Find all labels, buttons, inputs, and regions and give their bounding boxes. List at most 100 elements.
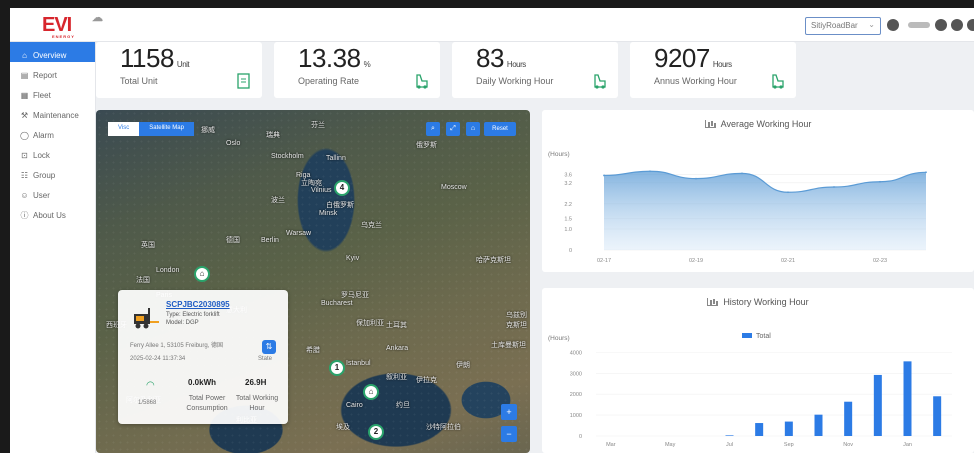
logo[interactable]: EVI ☁ ENERGY bbox=[42, 12, 103, 39]
x-tick-label: Jan bbox=[903, 442, 912, 448]
hours-value: 26.9H bbox=[245, 378, 267, 387]
search-icon[interactable]: ⌕ bbox=[426, 122, 440, 136]
fleet-icon: ▦ bbox=[20, 90, 29, 100]
y-tick-label: 0 bbox=[569, 248, 572, 254]
group-icon: ☷ bbox=[20, 170, 29, 180]
bar bbox=[903, 361, 912, 436]
kpi-card-daily-working-hour: 83 Hours Daily Working Hour bbox=[452, 42, 618, 98]
map-place-label: Vilnius bbox=[311, 187, 332, 194]
kpi-label: Operating Rate bbox=[298, 76, 360, 86]
map-place-label: 保加利亚 bbox=[356, 320, 384, 327]
y-tick-label: 4000 bbox=[570, 350, 582, 356]
y-tick-label: 0 bbox=[579, 434, 582, 440]
kpi-label: Total Unit bbox=[120, 76, 158, 86]
map-place-label: 埃及 bbox=[336, 424, 350, 431]
user-icon[interactable] bbox=[967, 19, 974, 31]
map-type-toggle[interactable]: Visc Satellite Map bbox=[108, 122, 194, 136]
printer-icon[interactable] bbox=[887, 19, 899, 31]
user-name-pill[interactable] bbox=[908, 22, 930, 28]
help-icon[interactable] bbox=[935, 19, 947, 31]
map-place-label: 哈萨克斯坦 bbox=[476, 257, 511, 264]
y-tick-label: 3.6 bbox=[564, 172, 572, 178]
map-cluster-marker[interactable]: 1 bbox=[329, 360, 345, 376]
scope-select-value: SitiyRoadBar bbox=[811, 21, 858, 30]
legend-label: Total bbox=[756, 333, 771, 340]
map-place-label: Tallinn bbox=[326, 155, 346, 162]
map-place-label: Berlin bbox=[261, 237, 279, 244]
y-tick-label: 2000 bbox=[570, 392, 582, 398]
sidebar-item-label: Group bbox=[33, 170, 56, 180]
hours-label: Total Working Hour bbox=[235, 395, 279, 412]
sidebar-item-label: Lock bbox=[33, 150, 50, 160]
map-place-label: Ankara bbox=[386, 345, 409, 352]
map-type-vector[interactable]: Visc bbox=[108, 122, 140, 136]
power-value: 0.0kWh bbox=[188, 378, 217, 387]
scope-select[interactable]: SitiyRoadBar ⌄ bbox=[805, 17, 881, 35]
sidebar-item-group[interactable]: ☷ Group bbox=[10, 162, 95, 182]
alarm-icon: ◯ bbox=[20, 130, 29, 140]
sidebar-item-report[interactable]: ▤ Report bbox=[10, 62, 95, 82]
truck-info-popup: SCPJBC2030895 Type: Electric forklift Mo… bbox=[118, 290, 288, 424]
kpi-label: Daily Working Hour bbox=[476, 76, 554, 86]
info-icon: ⓘ bbox=[20, 210, 29, 220]
y-tick-label: 1000 bbox=[570, 413, 582, 419]
map-place-label: 叙利亚 bbox=[386, 374, 407, 381]
sidebar-item-user[interactable]: ☺ User bbox=[10, 182, 95, 202]
x-tick-label: Nov bbox=[843, 442, 853, 448]
sidebar-item-maintenance[interactable]: ⚒ Maintenance bbox=[10, 102, 95, 122]
map-reset-button[interactable]: Reset bbox=[484, 122, 516, 136]
sidebar-item-label: User bbox=[33, 190, 50, 200]
data-point bbox=[833, 186, 835, 188]
kpi-unit: Hours bbox=[712, 60, 732, 69]
map-place-label: 罗马尼亚 bbox=[341, 292, 369, 299]
data-point bbox=[925, 171, 927, 174]
logo-subtitle: ENERGY bbox=[52, 34, 75, 39]
kpi-value: 9207 bbox=[654, 43, 710, 73]
kpi-value: 13.38 bbox=[298, 43, 361, 73]
truck-state-label: State bbox=[258, 356, 273, 362]
wrench-icon: ⚒ bbox=[20, 110, 29, 120]
sidebar-item-alarm[interactable]: ◯ Alarm bbox=[10, 122, 95, 142]
sidebar-item-overview[interactable]: ⌂ Overview bbox=[10, 42, 95, 62]
data-point bbox=[879, 180, 881, 183]
map-place-label: Oslo bbox=[226, 140, 241, 147]
home-icon[interactable]: ⌂ bbox=[466, 122, 480, 136]
kpi-unit: Hours bbox=[506, 60, 526, 69]
x-tick-label: Mar bbox=[606, 442, 616, 448]
sidebar-item-label: Maintenance bbox=[33, 110, 79, 120]
bar bbox=[814, 414, 823, 436]
truck-id-link[interactable]: SCPJBC2030895 bbox=[166, 300, 230, 309]
fullscreen-icon[interactable]: ⤢ bbox=[446, 122, 460, 136]
sidebar-item-fleet[interactable]: ▦ Fleet bbox=[10, 82, 95, 102]
truck-type: Type: Electric forklift bbox=[166, 312, 220, 318]
map-place-label: 波兰 bbox=[271, 197, 285, 204]
bar bbox=[784, 421, 793, 436]
sidebar-item-about-us[interactable]: ⓘ About Us bbox=[10, 202, 95, 222]
sidebar-item-lock[interactable]: ⊡ Lock bbox=[10, 142, 95, 162]
kpi-value-line: 1158 Unit bbox=[120, 43, 190, 74]
map-place-label: Kyiv bbox=[346, 255, 360, 262]
zoom-in-button[interactable]: + bbox=[501, 404, 517, 420]
settings-icon[interactable] bbox=[951, 19, 963, 31]
map-type-satellite[interactable]: Satellite Map bbox=[139, 122, 194, 136]
truck-marker-icon[interactable]: ⌂ bbox=[194, 266, 210, 282]
map-place-label: 法国 bbox=[136, 277, 150, 284]
forklift-icon bbox=[772, 74, 784, 89]
logo-text: EVI bbox=[42, 14, 72, 36]
zoom-out-button[interactable]: − bbox=[501, 426, 517, 442]
map-place-label: London bbox=[156, 267, 180, 274]
map-cluster-marker[interactable]: 2 bbox=[368, 424, 384, 440]
map-place-label: Moscow bbox=[441, 184, 467, 191]
data-point bbox=[603, 174, 605, 177]
data-point bbox=[787, 191, 789, 194]
history-working-hour-panel: History Working Hour (Hours) Total 0 1000 20… bbox=[542, 288, 974, 453]
truck-marker-icon[interactable]: ⌂ bbox=[363, 384, 379, 400]
x-tick-label: Jul bbox=[726, 442, 733, 448]
y-tick-label: 3.2 bbox=[564, 181, 572, 187]
cloud-icon: ☁ bbox=[92, 12, 103, 24]
map-place-label: 芬兰 bbox=[311, 122, 325, 129]
kpi-card-total-unit: 1158 Unit Total Unit bbox=[96, 42, 262, 98]
sidebar-item-label: Fleet bbox=[33, 90, 51, 100]
kpi-label: Annus Working Hour bbox=[654, 76, 737, 86]
map-cluster-marker[interactable]: 4 bbox=[334, 180, 350, 196]
